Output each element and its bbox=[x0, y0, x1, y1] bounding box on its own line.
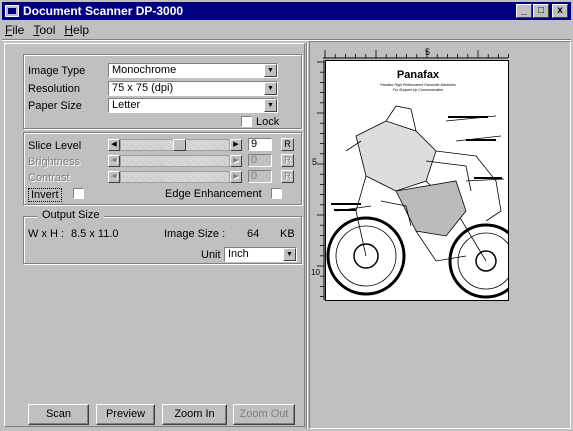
brightness-left-arrow-icon: ◀ bbox=[108, 155, 120, 167]
lock-label: Lock bbox=[256, 116, 280, 128]
maximize-button[interactable]: □ bbox=[533, 4, 549, 18]
doc-subtitle-1: Panafax High Performance Facsimile Machi… bbox=[380, 83, 456, 87]
brightness-value: 0 bbox=[248, 154, 272, 167]
contrast-slider bbox=[120, 171, 230, 183]
resolution-label: Resolution bbox=[28, 83, 80, 95]
paper-size-value: Letter bbox=[112, 99, 141, 111]
menu-bar: File Tool Help bbox=[2, 21, 571, 38]
menu-tool[interactable]: Tool bbox=[30, 21, 61, 38]
paper-size-select[interactable]: Letter ▼ bbox=[108, 98, 278, 113]
unit-select[interactable]: Inch ▼ bbox=[224, 247, 297, 262]
slice-right-arrow-icon[interactable]: ▶ bbox=[230, 139, 242, 151]
image-size-label: Image Size : bbox=[164, 228, 226, 240]
menu-help-accel: H bbox=[64, 23, 74, 37]
slice-level-value[interactable]: 9 bbox=[248, 138, 272, 151]
slice-reset-button[interactable]: R bbox=[281, 138, 294, 151]
wxh-value: 8.5 x 11.0 bbox=[71, 228, 119, 240]
contrast-reset-button: R bbox=[281, 170, 294, 183]
lock-checkbox[interactable] bbox=[241, 116, 252, 127]
zoom-out-button: Zoom Out bbox=[233, 404, 295, 425]
invert-checkbox[interactable] bbox=[73, 188, 84, 199]
doc-brand: Panafax bbox=[397, 69, 440, 81]
wxh-label: W x H : bbox=[28, 228, 65, 240]
preview-button[interactable]: Preview bbox=[96, 404, 155, 425]
pane-splitter[interactable] bbox=[306, 43, 308, 429]
output-size-title: Output Size bbox=[37, 209, 105, 221]
image-type-label: Image Type bbox=[28, 65, 86, 77]
ruler-top-label: 5 bbox=[425, 47, 430, 57]
slice-level-thumb[interactable] bbox=[173, 139, 187, 151]
menu-tool-rest: ool bbox=[39, 23, 56, 37]
contrast-left-arrow-icon: ◀ bbox=[108, 171, 120, 183]
paper-size-label: Paper Size bbox=[28, 100, 82, 112]
edge-enhancement-checkbox[interactable] bbox=[271, 188, 282, 199]
unit-label: Unit bbox=[201, 249, 221, 261]
scanned-page-preview: Panafax Panafax High Performance Facsimi… bbox=[325, 60, 509, 301]
invert-label[interactable]: Invert bbox=[28, 188, 62, 202]
motorcycle-drawing bbox=[326, 105, 508, 299]
brightness-reset-button: R bbox=[281, 154, 294, 167]
chevron-down-icon[interactable]: ▼ bbox=[264, 99, 277, 112]
image-type-value: Monochrome bbox=[112, 64, 177, 76]
brightness-label: Brightness bbox=[28, 156, 80, 168]
image-size-unit: KB bbox=[280, 228, 295, 240]
title-bar[interactable]: Document Scanner DP-3000 _ □ x bbox=[2, 2, 571, 20]
unit-value: Inch bbox=[228, 248, 249, 260]
chevron-down-icon[interactable]: ▼ bbox=[264, 82, 277, 95]
doc-subtitle-2: For Souped-Up Communication bbox=[393, 88, 444, 92]
chevron-down-icon[interactable]: ▼ bbox=[283, 248, 296, 261]
menu-help-rest: elp bbox=[73, 23, 90, 37]
image-type-select[interactable]: Monochrome ▼ bbox=[108, 63, 278, 78]
chevron-down-icon[interactable]: ▼ bbox=[264, 64, 277, 77]
minimize-button[interactable]: _ bbox=[516, 4, 532, 18]
brightness-slider bbox=[120, 155, 230, 167]
image-size-value: 64 bbox=[247, 228, 260, 240]
close-button[interactable]: x bbox=[552, 4, 568, 18]
menu-file[interactable]: File bbox=[2, 21, 30, 38]
contrast-value: 0 bbox=[248, 170, 272, 183]
slice-level-label: Slice Level bbox=[28, 140, 82, 152]
menu-file-rest: ile bbox=[12, 23, 25, 37]
contrast-label: Contrast bbox=[28, 172, 70, 184]
ruler-left: 5 10 bbox=[311, 60, 325, 300]
ruler-left-label-5: 5 bbox=[312, 157, 317, 167]
zoom-in-button[interactable]: Zoom In bbox=[162, 404, 227, 425]
edge-enhancement-label: Edge Enhancement bbox=[165, 188, 262, 200]
contrast-right-arrow-icon: ▶ bbox=[230, 171, 242, 183]
slice-left-arrow-icon[interactable]: ◀ bbox=[108, 139, 120, 151]
ruler-left-label-10: 10 bbox=[311, 268, 320, 277]
window-title: Document Scanner DP-3000 bbox=[23, 4, 184, 18]
brightness-right-arrow-icon: ▶ bbox=[230, 155, 242, 167]
scanner-app-icon bbox=[5, 5, 19, 17]
scan-button[interactable]: Scan bbox=[28, 404, 89, 425]
ruler-top: 5 bbox=[323, 47, 510, 59]
resolution-value: 75 x 75 (dpi) bbox=[112, 82, 174, 94]
scanner-window: Document Scanner DP-3000 _ □ x File Tool… bbox=[0, 0, 573, 431]
motorcycle-illustration: Panafax Panafax High Performance Facsimi… bbox=[326, 69, 508, 299]
menu-help[interactable]: Help bbox=[61, 21, 95, 38]
resolution-select[interactable]: 75 x 75 (dpi) ▼ bbox=[108, 81, 278, 96]
